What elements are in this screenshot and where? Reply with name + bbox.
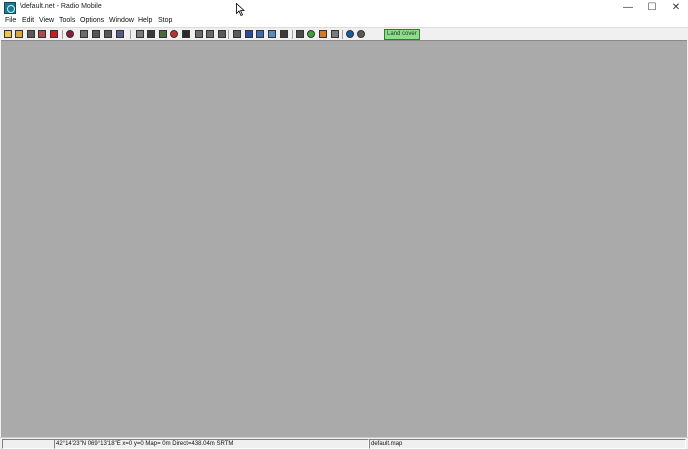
copy-icon[interactable] [136, 30, 144, 38]
window-title: \default.net - Radio Mobile [20, 3, 102, 10]
toolbar-separator [62, 30, 63, 39]
toolbar-separator [228, 30, 229, 39]
menu-file[interactable]: File [5, 17, 16, 24]
menu-window[interactable]: Window [109, 17, 134, 24]
toolbar: Land cover [0, 27, 688, 41]
target-icon[interactable] [170, 30, 178, 38]
print-icon[interactable] [104, 30, 112, 38]
menu-edit[interactable]: Edit [22, 17, 34, 24]
picture-icon[interactable] [38, 30, 46, 38]
toolbar-separator [292, 30, 293, 39]
cross-icon[interactable] [280, 30, 288, 38]
green-circle-icon[interactable] [307, 30, 315, 38]
radio-mobile-window: \default.net - Radio Mobile — ☐ ✕ File E… [0, 0, 688, 449]
globe-icon[interactable] [346, 30, 354, 38]
orange-map-icon[interactable] [319, 30, 327, 38]
frame-icon[interactable] [233, 30, 241, 38]
toolbar-separator [342, 30, 343, 39]
striped-map-icon[interactable] [331, 30, 339, 38]
vehicle-icon[interactable] [159, 30, 167, 38]
mouse-pointer-icon [236, 3, 245, 16]
elevation-icon[interactable] [195, 30, 203, 38]
new-file-icon[interactable] [4, 30, 12, 38]
menu-tools[interactable]: Tools [59, 17, 75, 24]
merge-icon[interactable] [116, 30, 124, 38]
menu-stop[interactable]: Stop [158, 17, 172, 24]
book-icon[interactable] [218, 30, 226, 38]
save-icon[interactable] [27, 30, 35, 38]
menu-options[interactable]: Options [80, 17, 104, 24]
map-blue-icon[interactable] [245, 30, 253, 38]
mdi-client-area[interactable] [1, 40, 687, 438]
menu-view[interactable]: View [39, 17, 54, 24]
camera-icon[interactable] [147, 30, 155, 38]
land-cover-button[interactable]: Land cover [384, 29, 420, 40]
menu-bar: File Edit View Tools Options Window Help… [0, 16, 688, 27]
toolbar-separator [130, 30, 131, 39]
antenna-icon[interactable] [296, 30, 304, 38]
open-folder-icon[interactable] [15, 30, 23, 38]
network-properties-icon[interactable] [66, 30, 74, 38]
document-icon[interactable] [92, 30, 100, 38]
map-zoom-icon[interactable] [256, 30, 264, 38]
gradient-icon[interactable] [182, 30, 190, 38]
satellite-icon[interactable] [357, 30, 365, 38]
close-button[interactable]: ✕ [664, 0, 688, 16]
radio-mobile-app-icon[interactable] [4, 2, 16, 14]
properties-icon[interactable] [50, 30, 58, 38]
status-bar: 42°14'23"N 069°13'18"E x=0 y=0 Map= 0m D… [0, 437, 688, 449]
menu-help[interactable]: Help [138, 17, 152, 24]
minimize-button[interactable]: — [616, 0, 640, 16]
title-bar[interactable]: \default.net - Radio Mobile — ☐ ✕ [0, 0, 688, 16]
grid-icon[interactable] [206, 30, 214, 38]
radio-coverage-icon[interactable] [268, 30, 276, 38]
map-properties-icon[interactable] [80, 30, 88, 38]
maximize-button[interactable]: ☐ [640, 0, 664, 16]
